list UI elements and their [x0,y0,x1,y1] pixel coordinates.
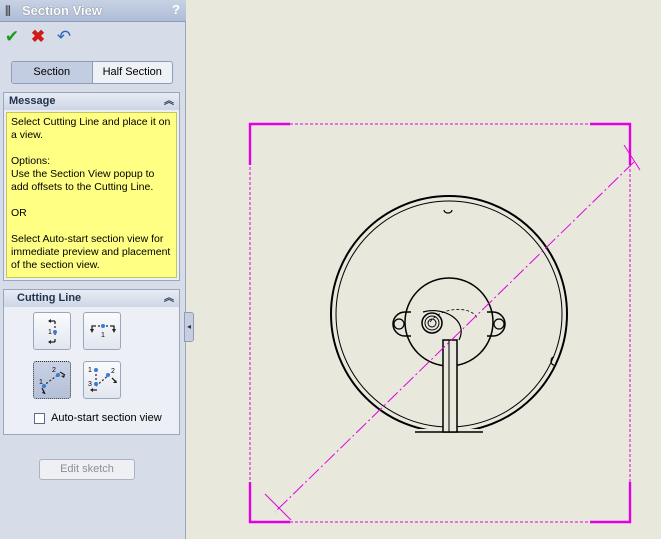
undo-icon[interactable]: ↶ [54,27,74,47]
collapse-chevron-icon[interactable]: ︽ [164,93,174,110]
message-text: OR [11,207,27,219]
horizontal-cutting-line-button[interactable]: 1 [83,312,121,350]
drawing-canvas[interactable] [187,0,661,539]
section-view-icon: ⫴ [5,3,11,19]
collapse-chevron-icon[interactable]: ︽ [164,290,174,307]
cutting-line-group: Cutting Line ︽ 1 1 1 2 1 3 2 Auto-start … [3,289,180,435]
help-icon[interactable]: ? [172,2,180,17]
svg-text:1: 1 [88,367,92,374]
message-header[interactable]: Message ︽ [4,93,179,110]
cutting-line-header[interactable]: Cutting Line ︽ [4,290,179,307]
svg-text:1: 1 [48,329,52,336]
message-header-label: Message [9,95,56,107]
aligned-cutting-line-button[interactable]: 1 3 2 [83,361,121,399]
horizontal-line-icon: 1 [90,324,116,339]
auxiliary-cutting-line-button[interactable]: 1 2 [33,361,71,399]
message-group: Message ︽ Select Cutting Line and place … [3,92,180,281]
vertical-cutting-line-button[interactable]: 1 [33,312,71,350]
view-corner-markers [248,122,632,524]
edit-sketch-button: Edit sketch [39,459,135,480]
svg-text:1: 1 [101,332,105,339]
view-boundary [249,123,631,523]
message-text: Select Cutting Line and place it on a vi… [11,116,171,141]
tab-section[interactable]: Section [12,62,93,83]
svg-text:2: 2 [111,368,115,375]
svg-text:2: 2 [52,367,56,374]
aligned-line-icon: 1 3 2 [88,367,117,392]
cancel-x-icon[interactable]: ✖ [28,27,48,47]
panel-title: Section View [22,3,102,18]
auto-start-label[interactable]: Auto-start section view [51,412,162,424]
message-text: Options: Use the Section View popup to a… [11,155,155,193]
section-type-tabs: Section Half Section [11,61,173,84]
property-manager-panel: ⫴ Section View ? ✔ ✖ ↶ Section Half Sect… [0,0,186,539]
message-body: Select Cutting Line and place it on a vi… [6,112,177,278]
auto-start-checkbox[interactable] [34,413,45,424]
auxiliary-line-icon: 1 2 [39,367,66,395]
part-drawing-view [330,195,568,433]
cutting-line-header-label: Cutting Line [17,292,82,304]
message-text: Select Auto-start section view for immed… [11,233,171,271]
svg-text:3: 3 [88,381,92,388]
vertical-line-icon: 1 [48,319,57,344]
tab-half-section[interactable]: Half Section [93,62,173,83]
svg-text:1: 1 [39,379,43,386]
ok-check-icon[interactable]: ✔ [2,27,22,47]
panel-title-bar: ⫴ Section View ? [0,0,186,22]
